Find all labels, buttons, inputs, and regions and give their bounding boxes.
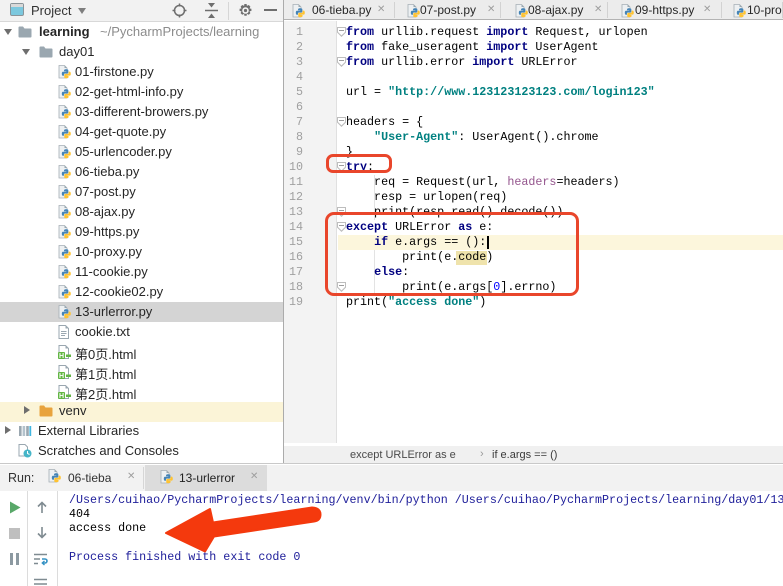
svg-text:H: H bbox=[59, 373, 64, 379]
svg-text:H: H bbox=[59, 393, 64, 399]
svg-text:H: H bbox=[59, 353, 64, 359]
